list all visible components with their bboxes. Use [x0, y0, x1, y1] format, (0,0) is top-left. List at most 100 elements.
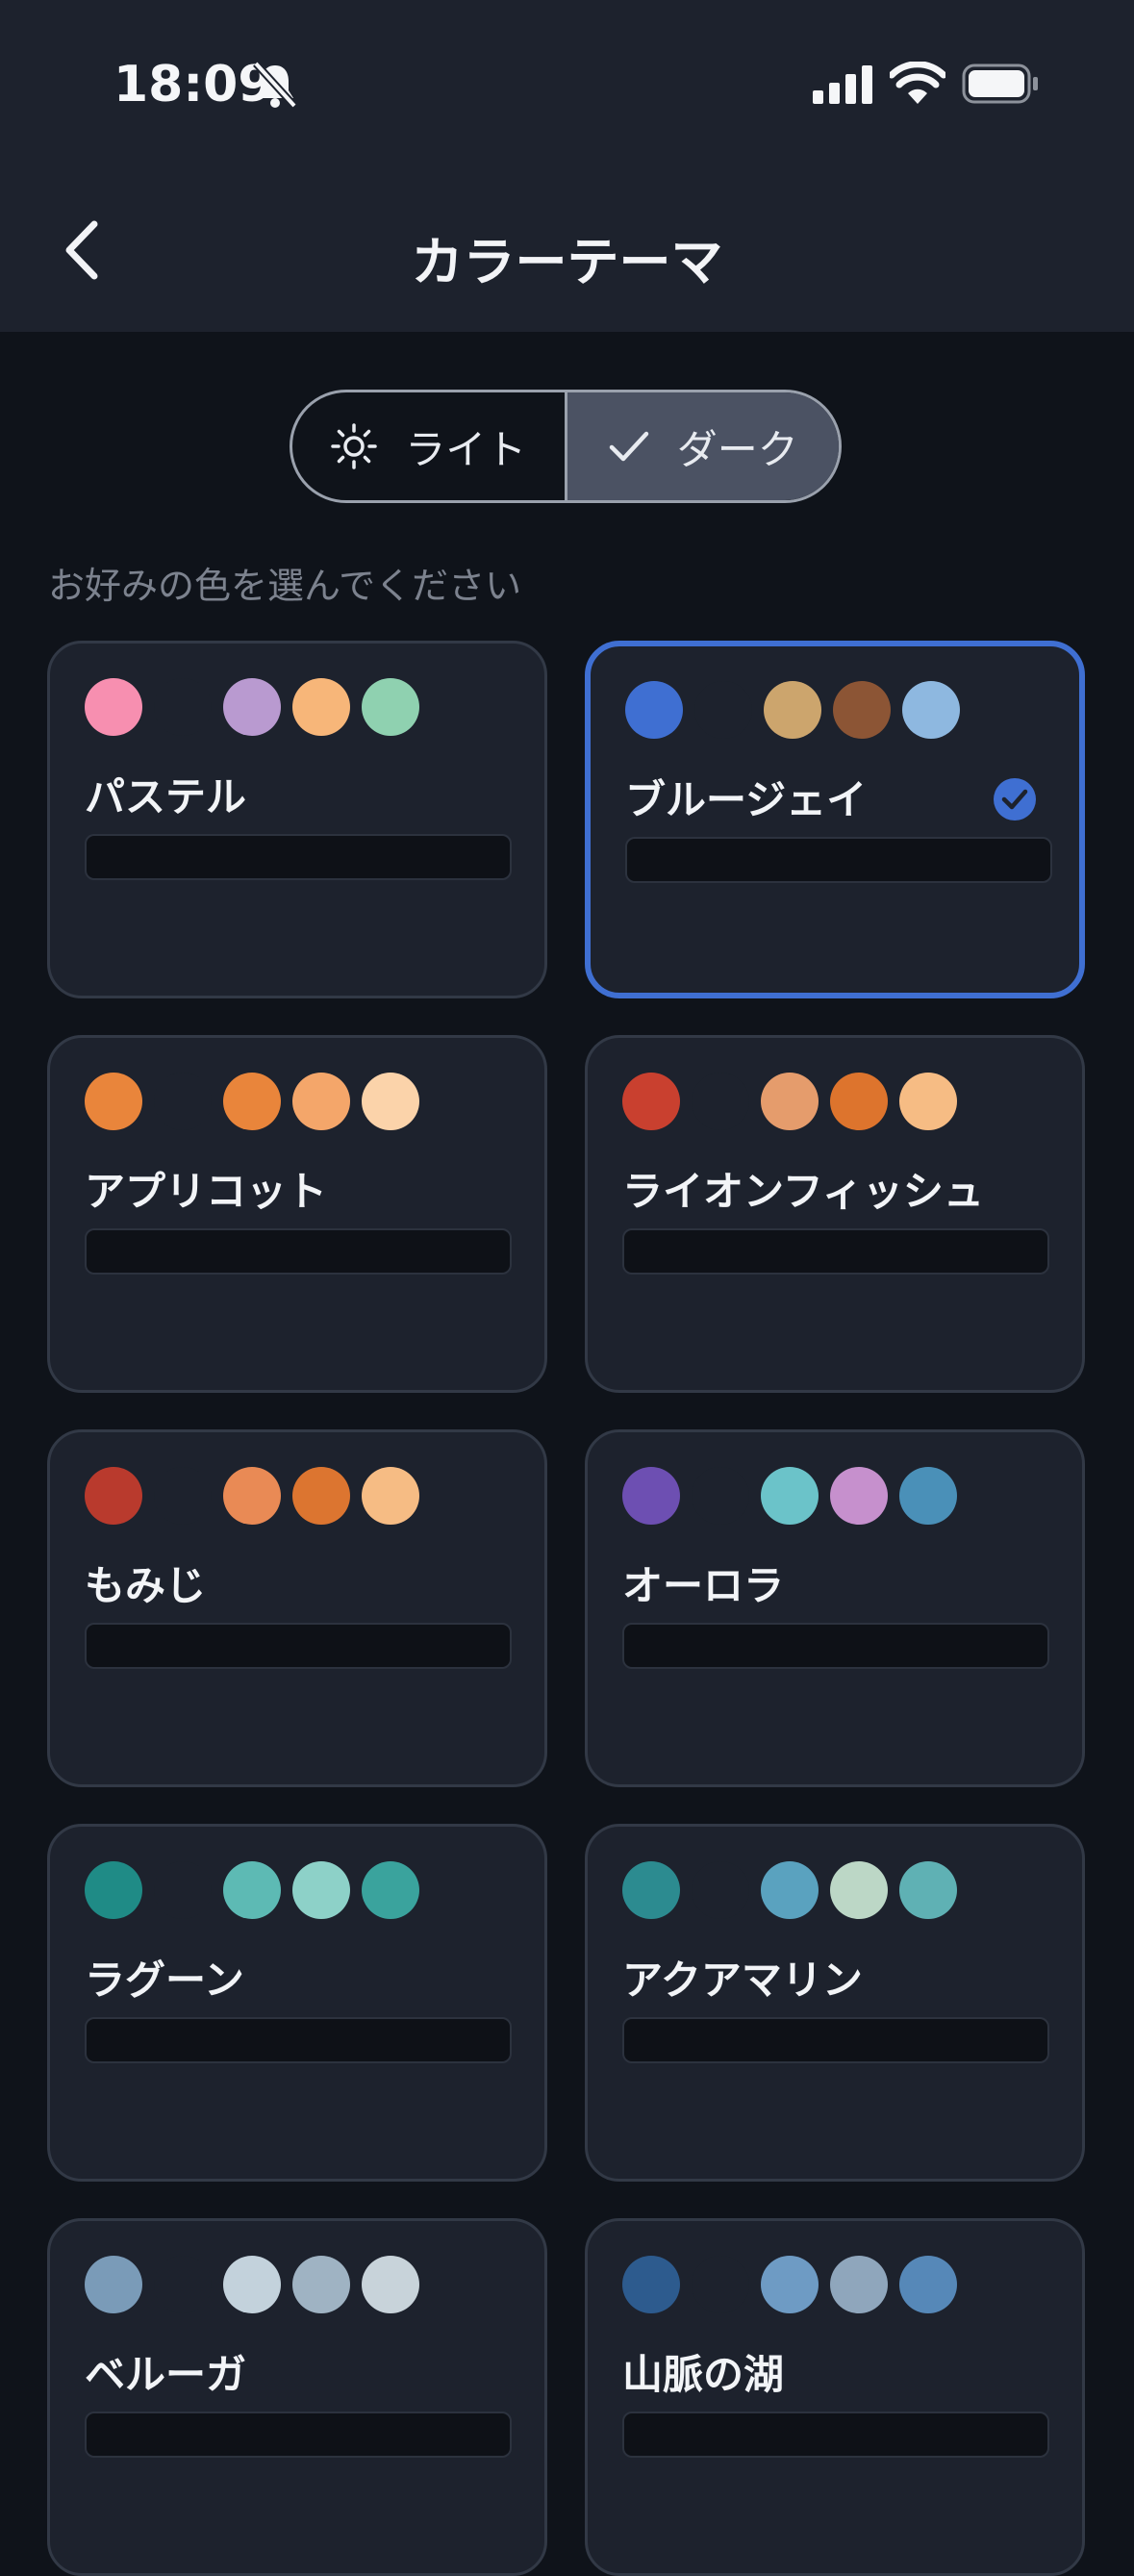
sun-icon	[331, 423, 377, 469]
color-swatch	[761, 1467, 819, 1525]
theme-name: ベルーガ	[85, 2351, 247, 2398]
color-swatch	[154, 1073, 212, 1130]
dark-mode-button[interactable]: ダーク	[567, 392, 839, 500]
color-swatch	[833, 681, 891, 739]
theme-card[interactable]: パステル	[47, 641, 547, 998]
theme-preview-bar	[622, 2017, 1049, 2063]
color-swatch	[85, 678, 142, 736]
color-swatches	[622, 1467, 969, 1525]
color-swatch	[692, 1467, 749, 1525]
theme-card[interactable]: アプリコット	[47, 1035, 547, 1393]
color-swatch	[292, 1467, 350, 1525]
theme-preview-bar	[85, 1623, 512, 1669]
color-swatches	[85, 1073, 431, 1130]
color-swatch	[899, 1467, 957, 1525]
color-swatch	[761, 1073, 819, 1130]
color-swatch	[899, 2256, 957, 2313]
theme-name: オーロラ	[622, 1562, 785, 1609]
theme-card[interactable]: ラグーン	[47, 1824, 547, 2182]
theme-card[interactable]: ベルーガ	[47, 2218, 547, 2576]
color-swatch	[692, 2256, 749, 2313]
color-swatch	[830, 1073, 888, 1130]
color-swatch	[223, 2256, 281, 2313]
color-swatch	[764, 681, 821, 739]
theme-name: アプリコット	[85, 1168, 328, 1215]
mode-segmented-control: ライト ダーク	[290, 390, 842, 503]
color-swatches	[85, 2256, 431, 2313]
color-swatch	[692, 1861, 749, 1919]
color-swatch	[85, 1073, 142, 1130]
color-swatches	[625, 681, 971, 739]
color-swatch	[692, 1073, 749, 1130]
theme-card[interactable]: ライオンフィッシュ	[585, 1035, 1085, 1393]
color-swatch	[761, 1861, 819, 1919]
color-swatch	[622, 2256, 680, 2313]
color-swatch	[362, 1467, 419, 1525]
color-swatch	[362, 1073, 419, 1130]
theme-card[interactable]: 山脈の湖	[585, 2218, 1085, 2576]
color-swatch	[899, 1073, 957, 1130]
theme-preview-bar	[85, 1228, 512, 1275]
theme-preview-bar	[625, 837, 1052, 883]
color-swatch	[292, 2256, 350, 2313]
theme-preview-bar	[85, 2412, 512, 2458]
color-swatch	[622, 1861, 680, 1919]
theme-card[interactable]: アクアマリン	[585, 1824, 1085, 2182]
theme-name: パステル	[85, 773, 247, 821]
light-mode-label: ライト	[405, 425, 527, 473]
instruction-text: お好みの色を選んでください	[48, 565, 522, 607]
color-swatch	[362, 1861, 419, 1919]
theme-name: ライオンフィッシュ	[622, 1168, 984, 1215]
color-swatch	[85, 1861, 142, 1919]
color-swatch	[292, 1073, 350, 1130]
theme-card[interactable]: オーロラ	[585, 1429, 1085, 1787]
color-swatch	[223, 678, 281, 736]
color-swatch	[830, 2256, 888, 2313]
color-swatch	[223, 1467, 281, 1525]
color-swatch	[154, 678, 212, 736]
theme-name: アクアマリン	[622, 1957, 863, 2004]
color-swatch	[830, 1467, 888, 1525]
color-swatch	[223, 1073, 281, 1130]
theme-name: 山脈の湖	[622, 2351, 785, 2398]
dark-mode-label: ダーク	[676, 425, 798, 473]
status-time: 18:09	[113, 56, 273, 114]
color-swatch	[292, 1861, 350, 1919]
color-swatch	[292, 678, 350, 736]
wifi-icon	[890, 62, 945, 104]
bell-muted-icon	[253, 61, 297, 109]
color-swatch	[622, 1073, 680, 1130]
theme-name: ブルージェイ	[625, 776, 868, 823]
theme-card[interactable]: ブルージェイ	[585, 641, 1085, 998]
theme-preview-bar	[622, 2412, 1049, 2458]
theme-card[interactable]: もみじ	[47, 1429, 547, 1787]
color-swatch	[902, 681, 960, 739]
color-swatch	[830, 1861, 888, 1919]
color-swatch	[694, 681, 752, 739]
color-swatches	[85, 1467, 431, 1525]
color-swatch	[362, 2256, 419, 2313]
cellular-signal-icon	[813, 65, 872, 104]
theme-preview-bar	[622, 1623, 1049, 1669]
color-swatches	[622, 2256, 969, 2313]
color-swatches	[622, 1073, 969, 1130]
theme-preview-bar	[622, 1228, 1049, 1275]
color-swatch	[154, 1467, 212, 1525]
color-swatches	[85, 1861, 431, 1919]
theme-preview-bar	[85, 2017, 512, 2063]
page-title: カラーテーマ	[411, 232, 723, 292]
selected-check-icon	[994, 778, 1036, 821]
color-swatch	[899, 1861, 957, 1919]
color-swatches	[85, 678, 431, 736]
color-swatch	[85, 2256, 142, 2313]
color-swatch	[223, 1861, 281, 1919]
theme-name: もみじ	[85, 1562, 207, 1609]
light-mode-button[interactable]: ライト	[292, 392, 567, 500]
battery-icon	[962, 63, 1038, 104]
theme-name: ラグーン	[85, 1957, 244, 2004]
nav-header: 18:09 カラーテーマ	[0, 0, 1134, 332]
color-swatch	[154, 2256, 212, 2313]
theme-preview-bar	[85, 834, 512, 880]
color-swatch	[154, 1861, 212, 1919]
checkmark-icon	[609, 431, 648, 462]
